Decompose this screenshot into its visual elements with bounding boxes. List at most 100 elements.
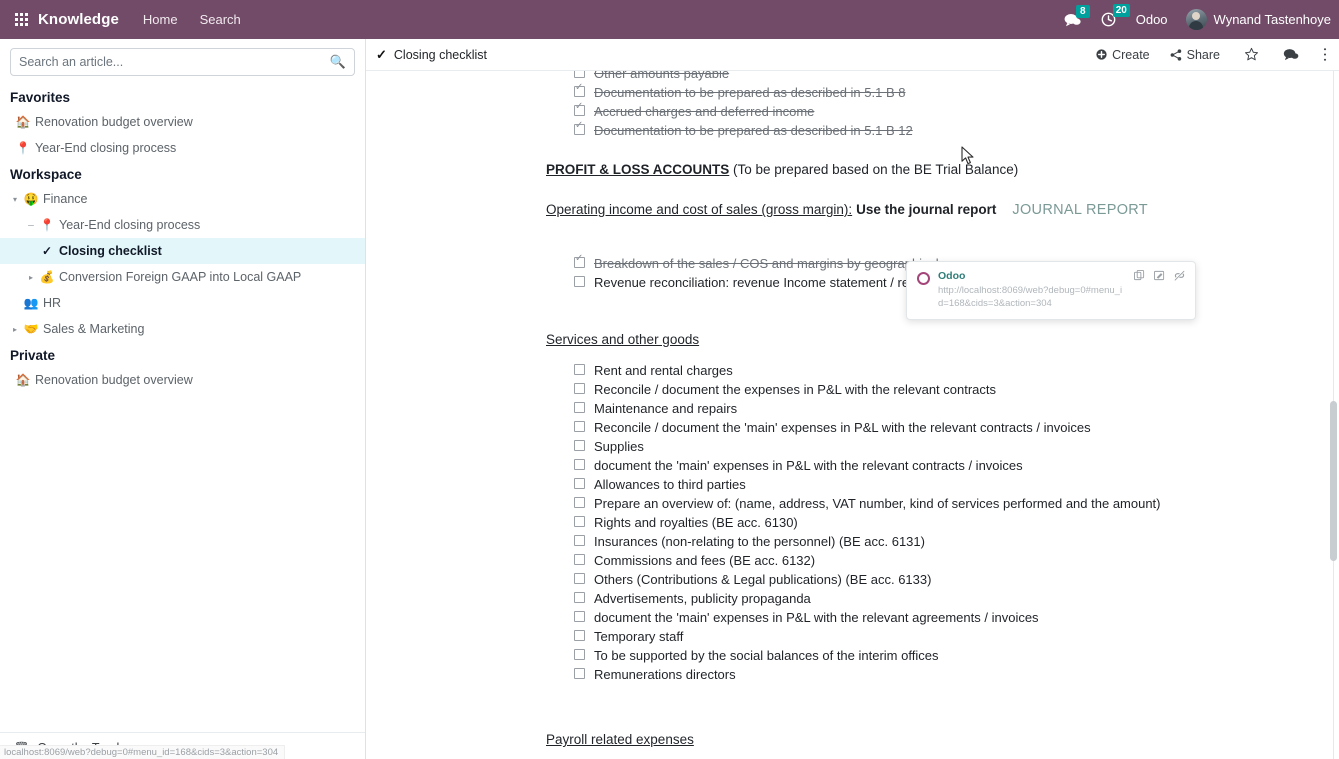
sidebar-item-label: HR: [43, 296, 62, 310]
sidebar-item-label: Renovation budget overview: [35, 373, 193, 387]
checklist-label: Temporary staff: [594, 629, 684, 644]
scrollbar-thumb[interactable]: [1330, 401, 1337, 561]
user-name-label: Wynand Tastenhoye: [1213, 12, 1331, 27]
checklist-item[interactable]: Insurances (non-relating to the personne…: [546, 532, 1279, 551]
sidebar-item-year-end-closing-process[interactable]: ─ 📍 Year-End closing process: [0, 212, 365, 238]
checklist-item[interactable]: Allowances to third parties: [546, 475, 1279, 494]
checkbox[interactable]: [574, 611, 585, 622]
activities-button[interactable]: 20: [1101, 4, 1130, 27]
sidebar-item-sales-marketing[interactable]: ▸ 🤝 Sales & Marketing: [0, 316, 365, 342]
nav-link-search[interactable]: Search: [200, 12, 241, 27]
share-icon: [1170, 48, 1181, 61]
sidebar-item-year-end-closing-process-fav[interactable]: 📍 Year-End closing process: [0, 135, 365, 161]
sidebar-item-label: Year-End closing process: [35, 141, 177, 155]
checkbox[interactable]: [574, 668, 585, 679]
checklist-item[interactable]: To be supported by the social balances o…: [546, 646, 1279, 665]
checkbox[interactable]: [574, 71, 585, 78]
sidebar-item-hr[interactable]: 👥 HR: [0, 290, 365, 316]
sidebar-item-renovation-budget-overview-private[interactable]: 🏠 Renovation budget overview: [0, 367, 365, 393]
messages-badge: 8: [1075, 4, 1090, 18]
sidebar-item-closing-checklist[interactable]: ✓ Closing checklist: [0, 238, 365, 264]
chevron-right-icon[interactable]: ▸: [24, 273, 38, 282]
checklist-item[interactable]: Others (Contributions & Legal publicatio…: [546, 570, 1279, 589]
checklist-item[interactable]: Remunerations directors: [546, 665, 1279, 684]
nav-link-home[interactable]: Home: [143, 12, 178, 27]
checkbox[interactable]: [574, 554, 585, 565]
search-box[interactable]: 🔍: [10, 48, 355, 76]
checkbox[interactable]: [574, 630, 585, 641]
checklist-item[interactable]: document the 'main' expenses in P&L with…: [546, 456, 1279, 475]
link-popover[interactable]: Odoo http://localhost:8069/web?debug=0#m…: [906, 261, 1196, 320]
checklist-label: Prepare an overview of: (name, address, …: [594, 496, 1161, 511]
checkbox[interactable]: [574, 573, 585, 584]
checkbox[interactable]: [574, 516, 585, 527]
checkbox[interactable]: [574, 649, 585, 660]
checkbox[interactable]: [574, 364, 585, 375]
sidebar-item-finance[interactable]: ▾ 🤑 Finance: [0, 186, 365, 212]
chevron-down-icon[interactable]: ▾: [8, 195, 22, 204]
link-popover-url: http://localhost:8069/web?debug=0#menu_i…: [938, 285, 1123, 309]
sidebar-item-renovation-budget-overview-fav[interactable]: 🏠 Renovation budget overview: [0, 109, 365, 135]
checkbox[interactable]: [574, 253, 585, 268]
money-bag-emoji-icon: 💰: [39, 270, 55, 284]
operating-income-row: Operating income and cost of sales (gros…: [546, 200, 1279, 220]
checklist-item[interactable]: Reconcile / document the 'main' expenses…: [546, 418, 1279, 437]
database-name[interactable]: Odoo: [1136, 12, 1168, 27]
search-icon[interactable]: 🔍: [330, 54, 346, 70]
checklist-item[interactable]: Prepare an overview of: (name, address, …: [546, 494, 1279, 513]
checkbox[interactable]: [574, 535, 585, 546]
sidebar-item-conversion-foreign-gaap[interactable]: ▸ 💰 Conversion Foreign GAAP into Local G…: [0, 264, 365, 290]
checkbox[interactable]: [574, 440, 585, 451]
checklist-item[interactable]: Maintenance and repairs: [546, 399, 1279, 418]
checklist-item[interactable]: Temporary staff: [546, 627, 1279, 646]
checklist-item[interactable]: Rights and royalties (BE acc. 6130): [546, 513, 1279, 532]
checklist-item[interactable]: Documentation to be prepared as describe…: [546, 82, 1279, 102]
checklist-item[interactable]: Documentation to be prepared as describe…: [546, 120, 1279, 140]
journal-report-link[interactable]: JOURNAL REPORT: [1012, 200, 1148, 220]
edit-icon[interactable]: [1154, 270, 1165, 284]
checklist-item[interactable]: document the 'main' expenses in P&L with…: [546, 608, 1279, 627]
checkbox[interactable]: [574, 459, 585, 470]
checkbox[interactable]: [574, 383, 585, 394]
section-title-private: Private: [10, 348, 56, 363]
checklist-item[interactable]: Reconcile / document the expenses in P&L…: [546, 380, 1279, 399]
app-brand-knowledge[interactable]: Knowledge: [38, 11, 119, 28]
checklist-item[interactable]: Supplies: [546, 437, 1279, 456]
checkbox[interactable]: [574, 497, 585, 508]
more-options-button[interactable]: [1323, 47, 1327, 62]
checkbox[interactable]: [574, 82, 585, 97]
apps-grid-icon[interactable]: [4, 13, 38, 26]
favorite-button[interactable]: [1244, 47, 1259, 62]
checklist-label: Maintenance and repairs: [594, 401, 738, 416]
document-area[interactable]: Other amounts payable Documentation to b…: [366, 71, 1339, 759]
checklist-item[interactable]: Advertisements, publicity propaganda: [546, 589, 1279, 608]
checklist-item[interactable]: Accrued charges and deferred income: [546, 101, 1279, 121]
checkbox[interactable]: [574, 101, 585, 116]
search-input[interactable]: [19, 55, 330, 69]
breadcrumb[interactable]: ✓ Closing checklist: [376, 47, 487, 63]
checkbox[interactable]: [574, 276, 585, 287]
comments-button[interactable]: [1283, 48, 1299, 61]
messages-button[interactable]: 8: [1064, 4, 1090, 27]
checkbox[interactable]: [574, 592, 585, 603]
checklist-label: Rights and royalties (BE acc. 6130): [594, 515, 798, 530]
chevron-right-icon[interactable]: ▸: [8, 325, 22, 334]
share-button[interactable]: Share: [1170, 48, 1220, 62]
checkbox[interactable]: [574, 120, 585, 135]
payroll-section-heading: Payroll related expenses: [546, 732, 694, 747]
people-emoji-icon: 👥: [23, 296, 39, 310]
checklist-item[interactable]: Rent and rental charges: [546, 361, 1279, 380]
vertical-scrollbar[interactable]: [1330, 71, 1337, 759]
checklist-item[interactable]: Commissions and fees (BE acc. 6132): [546, 551, 1279, 570]
checkbox[interactable]: [574, 402, 585, 413]
copy-icon[interactable]: [1134, 270, 1145, 284]
create-button[interactable]: Create: [1096, 48, 1150, 62]
checklist-label: document the 'main' expenses in P&L with…: [594, 610, 1039, 625]
checkbox[interactable]: [574, 421, 585, 432]
checklist-item[interactable]: Other amounts payable: [546, 71, 1279, 83]
unlink-icon[interactable]: [1174, 270, 1185, 284]
chat-bubble-icon: [1283, 49, 1299, 61]
checkbox[interactable]: [574, 478, 585, 489]
user-menu[interactable]: Wynand Tastenhoye: [1185, 9, 1331, 30]
operating-income-label: Operating income and cost of sales (gros…: [546, 202, 853, 217]
